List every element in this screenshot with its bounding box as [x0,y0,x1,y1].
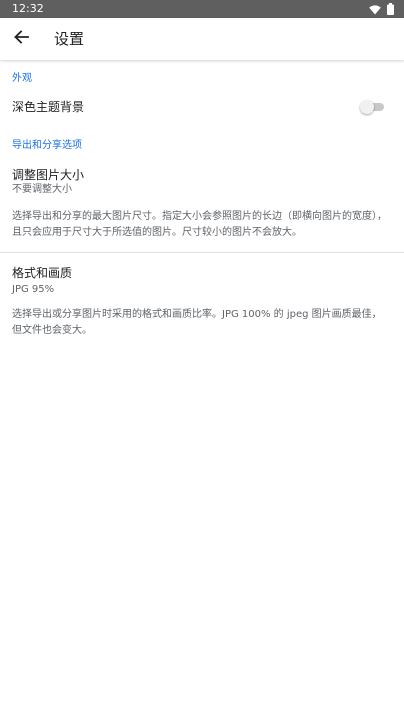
dark-theme-switch[interactable] [360,99,384,115]
back-button[interactable] [6,24,36,54]
battery-icon [387,0,394,19]
divider [0,252,404,253]
arrow-back-icon [13,29,29,49]
format-quality-summary: JPG 95% [12,284,55,295]
dark-theme-title: 深色主题背景 [12,100,85,114]
section-header-export-share: 导出和分享选项 [12,140,82,151]
resize-image-description: 选择导出和分享的最大图片尺寸。指定大小会参照图片的长边（即横向图片的宽度），且只… [12,211,387,238]
wifi-icon [369,0,381,19]
switch-thumb [360,100,374,114]
format-quality-description: 选择导出或分享图片时采用的格式和画质比率。JPG 100% 的 jpeg 图片画… [12,309,382,336]
resize-image-title: 调整图片大小 [12,168,85,182]
status-icons [369,2,394,15]
status-time: 12:32 [12,2,44,15]
page-title: 设置 [54,30,85,48]
app-bar: 设置 [0,18,404,60]
format-quality-title: 格式和画质 [12,266,73,280]
section-header-appearance: 外观 [12,73,32,84]
status-bar: 12:32 [0,0,404,18]
resize-image-summary: 不要调整大小 [12,184,72,195]
